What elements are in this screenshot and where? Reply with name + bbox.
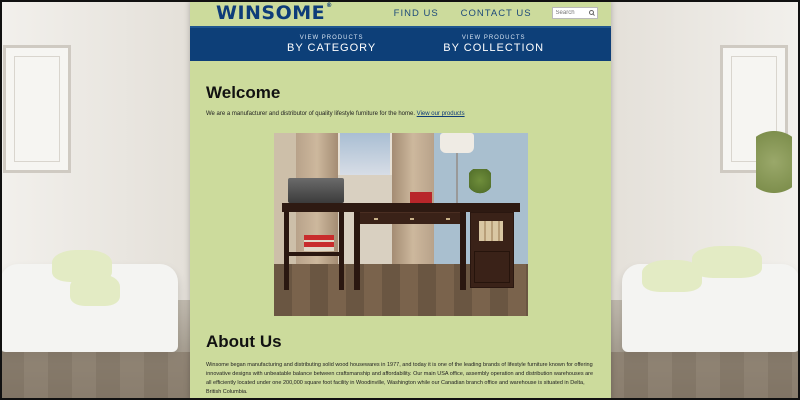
view-by-collection-link[interactable]: VIEW PRODUCTS BY COLLECTION [443, 35, 544, 54]
left-wall-frame [3, 45, 71, 173]
search-input[interactable] [552, 8, 587, 18]
left-sofa [0, 250, 178, 352]
top-nav: FIND US CONTACT US [394, 8, 532, 19]
view-by-category-link[interactable]: VIEW PRODUCTS BY CATEGORY [287, 35, 376, 54]
welcome-heading: Welcome [206, 83, 281, 102]
main-column: WINSOME® FIND US CONTACT US VIEW PRODUCT… [190, 0, 611, 400]
about-us-paragraph: Winsome began manufacturing and distribu… [206, 362, 594, 396]
background-plant [756, 130, 792, 210]
top-bar: WINSOME® FIND US CONTACT US [190, 0, 611, 26]
right-sofa [622, 246, 800, 352]
collection-link-caption: VIEW PRODUCTS [461, 35, 526, 41]
search-box [551, 7, 598, 19]
collection-link-label: BY COLLECTION [443, 42, 545, 54]
about-us-heading: About Us [206, 332, 282, 351]
intro-paragraph: We are a manufacturer and distributor of… [206, 111, 595, 117]
category-nav-bar: VIEW PRODUCTS BY CATEGORY VIEW PRODUCTS … [190, 26, 611, 61]
search-icon[interactable] [587, 8, 596, 18]
category-link-caption: VIEW PRODUCTS [299, 35, 364, 41]
winsome-logo[interactable]: WINSOME® [216, 2, 333, 24]
main-content: Welcome We are a manufacturer and distri… [190, 61, 611, 397]
view-products-link[interactable]: View our products [417, 111, 465, 117]
desk-product-photo [273, 133, 528, 316]
left-sofa-pillow [70, 274, 120, 306]
right-sofa-pillow [692, 246, 762, 278]
nav-find-us-link[interactable]: FIND US [394, 8, 439, 19]
category-link-label: BY CATEGORY [287, 42, 377, 54]
intro-text: We are a manufacturer and distributor of… [206, 111, 415, 117]
nav-contact-us-link[interactable]: CONTACT US [461, 8, 532, 19]
logo-text: WINSOME [216, 2, 326, 24]
registered-mark: ® [326, 2, 333, 9]
